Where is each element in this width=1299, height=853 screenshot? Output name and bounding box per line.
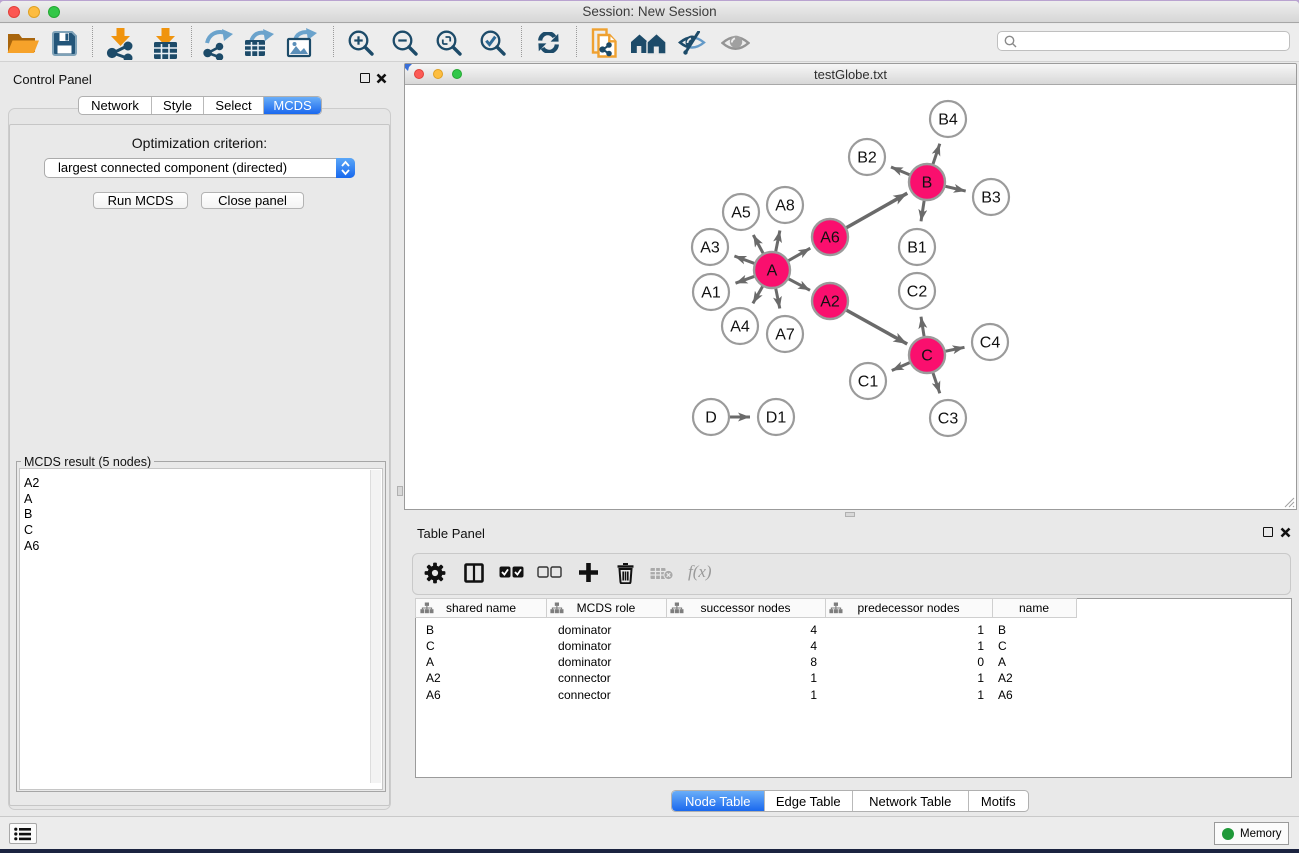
svg-text:B2: B2	[857, 150, 877, 167]
svg-text:A: A	[767, 263, 778, 280]
svg-text:C3: C3	[938, 411, 959, 428]
svg-text:A6: A6	[820, 230, 840, 247]
svg-text:A2: A2	[820, 294, 840, 311]
svg-text:C4: C4	[980, 335, 1001, 352]
svg-text:C1: C1	[858, 374, 879, 391]
svg-text:A1: A1	[701, 285, 721, 302]
svg-text:B3: B3	[981, 190, 1001, 207]
svg-text:C2: C2	[907, 284, 928, 301]
svg-text:D1: D1	[766, 410, 787, 427]
svg-text:B: B	[922, 175, 933, 192]
svg-text:A8: A8	[775, 198, 795, 215]
svg-text:B4: B4	[938, 112, 958, 129]
svg-text:A5: A5	[731, 205, 751, 222]
svg-text:A3: A3	[700, 240, 720, 257]
svg-text:A7: A7	[775, 327, 795, 344]
svg-text:C: C	[921, 348, 933, 365]
svg-text:A4: A4	[730, 319, 750, 336]
svg-text:D: D	[705, 410, 717, 427]
svg-text:B1: B1	[907, 240, 927, 257]
